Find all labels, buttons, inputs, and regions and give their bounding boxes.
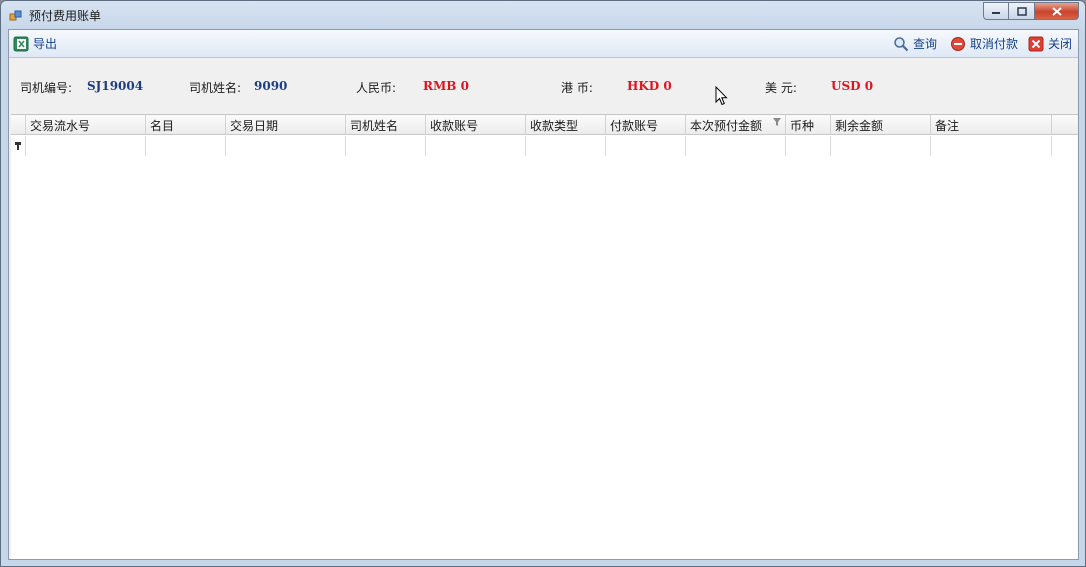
export-label: 导出 (33, 37, 58, 51)
cancel-payment-button[interactable]: 取消付款 (950, 35, 1018, 52)
filter-cell[interactable] (346, 136, 426, 156)
maximize-button[interactable] (1009, 2, 1035, 20)
toolbar: 导出 查询 取消付款 关闭 (9, 30, 1078, 58)
minimize-button[interactable] (983, 2, 1009, 20)
window-close-button[interactable] (1035, 2, 1079, 20)
usd-label: 美 元: (765, 81, 797, 95)
column-header[interactable]: 交易流水号 (26, 115, 146, 135)
close-icon (1051, 6, 1062, 16)
column-header-with-filter[interactable]: 本次预付金额 (686, 115, 786, 135)
column-header-label: 本次预付金额 (690, 119, 763, 133)
filter-cell[interactable] (526, 136, 606, 156)
minus-circle-icon (951, 36, 965, 51)
minimize-icon (992, 12, 1000, 14)
close-button[interactable]: 关闭 (1028, 35, 1072, 52)
usd-value: USD 0 (831, 79, 874, 93)
filter-cell[interactable] (426, 136, 526, 156)
header-filler (1052, 115, 1078, 135)
cancel-payment-label: 取消付款 (970, 37, 1019, 51)
driver-id-value: SJ19004 (87, 79, 144, 93)
column-header[interactable]: 名目 (146, 115, 226, 135)
app-window: 预付费用账单 导出 查询 取消付款 关闭 司机编号: SJ19004 司机姓名:… (0, 0, 1086, 567)
row-indicator-header (11, 115, 26, 135)
filter-cell[interactable] (606, 136, 686, 156)
query-label: 查询 (913, 37, 938, 51)
mouse-cursor-icon (715, 86, 728, 106)
driver-id-label: 司机编号: (20, 81, 73, 95)
column-header[interactable]: 司机姓名 (346, 115, 426, 135)
filter-cell[interactable] (831, 136, 931, 156)
maximize-icon (1016, 6, 1027, 16)
rmb-label: 人民币: (356, 81, 397, 95)
column-header[interactable]: 交易日期 (226, 115, 346, 135)
excel-export-icon (13, 36, 29, 51)
export-button[interactable]: 导出 (13, 35, 57, 52)
title-bar[interactable]: 预付费用账单 (1, 1, 1085, 29)
search-icon (894, 36, 909, 51)
filter-cell[interactable] (686, 136, 786, 156)
filter-cell[interactable] (146, 136, 226, 156)
column-header[interactable]: 币种 (786, 115, 831, 135)
hkd-label: 港 币: (561, 81, 593, 95)
column-header[interactable]: 收款账号 (426, 115, 526, 135)
filter-cell[interactable] (26, 136, 146, 156)
driver-name-label: 司机姓名: (189, 81, 242, 95)
pin-icon (15, 142, 21, 150)
filter-icon[interactable] (773, 118, 781, 126)
client-area: 导出 查询 取消付款 关闭 司机编号: SJ19004 司机姓名: 9090 人… (8, 29, 1079, 560)
grid-header: 交易流水号 名目 交易日期 司机姓名 收款账号 收款类型 付款账号 本次预付金额… (11, 115, 1052, 135)
column-header[interactable]: 收款类型 (526, 115, 606, 135)
data-grid[interactable]: 交易流水号 名目 交易日期 司机姓名 收款账号 收款类型 付款账号 本次预付金额… (11, 114, 1078, 559)
driver-name-value: 9090 (254, 79, 288, 93)
filter-cell[interactable] (786, 136, 831, 156)
filter-cell[interactable] (226, 136, 346, 156)
filter-cell[interactable] (931, 136, 1052, 156)
rmb-value: RMB 0 (423, 79, 469, 93)
column-header[interactable]: 剩余金额 (831, 115, 931, 135)
window-title: 预付费用账单 (29, 9, 102, 23)
summary-panel: 司机编号: SJ19004 司机姓名: 9090 人民币: RMB 0 港 币:… (9, 58, 1078, 114)
close-label: 关闭 (1048, 37, 1073, 51)
filter-row-indicator (11, 136, 26, 156)
query-button[interactable]: 查询 (893, 35, 937, 52)
column-header[interactable]: 付款账号 (606, 115, 686, 135)
hkd-value: HKD 0 (627, 79, 672, 93)
red-x-icon (1028, 36, 1044, 51)
column-header[interactable]: 备注 (931, 115, 1052, 135)
auto-filter-row[interactable] (11, 136, 1052, 156)
app-icon (9, 10, 22, 21)
